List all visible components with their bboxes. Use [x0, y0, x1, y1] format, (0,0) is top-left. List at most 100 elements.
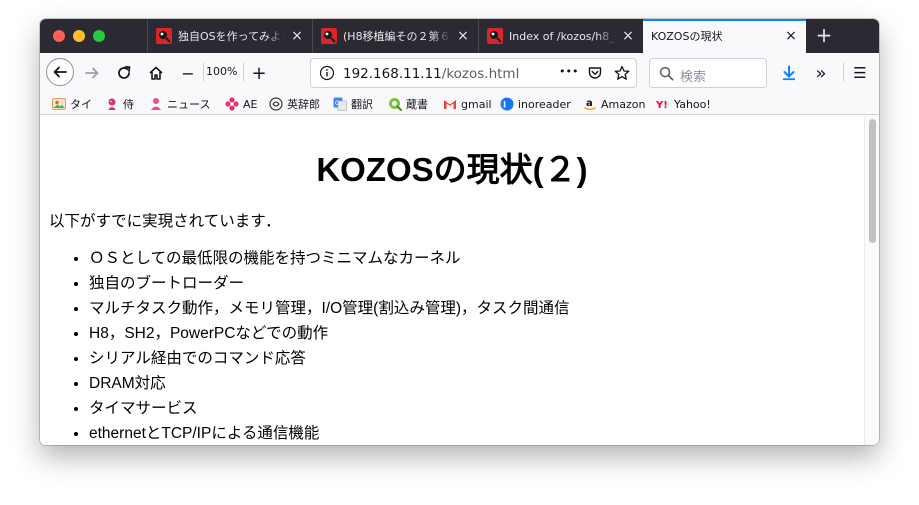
bookmark-item[interactable]: a Amazon [583, 95, 645, 113]
bookmark-label: gmail [461, 97, 492, 111]
list-item: 独自のブートローダー [89, 271, 570, 296]
list-item: ＯＳとしての最低限の機能を持つミニマムなカーネル [89, 246, 570, 271]
vertical-scrollbar[interactable] [864, 115, 879, 445]
pocket-icon[interactable] [587, 65, 603, 81]
gmail-icon [443, 97, 457, 111]
tab-1[interactable]: (H8移植編その２第６回) × [312, 19, 478, 53]
window-close-button[interactable] [53, 30, 65, 42]
bookmark-item[interactable]: AE [225, 95, 257, 113]
bookmark-label: 英辞郎 [287, 98, 320, 111]
list-item: マルチタスク動作，メモリ管理，I/O管理(割込み管理)，タスク間通信 [89, 296, 570, 321]
bookmark-label: Amazon [601, 97, 646, 111]
back-button[interactable] [46, 58, 74, 86]
translate-icon: G [333, 97, 347, 111]
amazon-icon: a [583, 97, 597, 111]
kozos-favicon-icon [156, 28, 172, 44]
bookmark-item[interactable]: G 翻訳 [333, 95, 373, 113]
navigation-toolbar: − 100% + 192.168.11.11/kozos.html ••• 検索… [40, 53, 879, 93]
bookmark-label: Yahoo! [674, 97, 711, 111]
overflow-menu-button[interactable]: » [809, 61, 833, 85]
home-icon [149, 66, 163, 80]
search-placeholder: 検索 [680, 70, 707, 85]
tab-close-icon[interactable]: × [621, 28, 635, 44]
tab-2[interactable]: Index of /kozos/h8_2 × [478, 19, 643, 53]
flower-icon [225, 97, 239, 111]
bookmark-item[interactable]: 侍 [105, 95, 134, 113]
window-minimize-button[interactable] [73, 30, 85, 42]
library-icon [388, 97, 402, 111]
feature-list: ＯＳとしての最低限の機能を持つミニマムなカーネル 独自のブートローダー マルチタ… [74, 246, 570, 445]
intro-paragraph: 以下がすでに実現されています． [49, 213, 281, 230]
tab-title: 独自OSを作ってみよう [178, 30, 286, 43]
toolbar-separator [203, 63, 204, 81]
bookmark-item[interactable]: 英辞郎 [269, 95, 320, 113]
url-host: 192.168.11.11 [343, 66, 442, 82]
svg-text:a: a [586, 98, 593, 109]
site-info-icon[interactable] [319, 65, 335, 81]
bookmark-item[interactable]: gmail [443, 95, 492, 113]
list-item: ethernetとTCP/IPによる通信機能 [89, 421, 570, 445]
bookmark-item[interactable]: inoreader [500, 95, 571, 113]
home-button[interactable] [144, 61, 168, 85]
tab-title: KOZOSの現状 [651, 30, 723, 43]
news-icon [149, 97, 163, 111]
list-item: H8，SH2，PowerPCなどでの動作 [89, 321, 570, 346]
list-item: DRAM対応 [89, 371, 570, 396]
scrollbar-thumb[interactable] [869, 119, 876, 243]
window-zoom-button[interactable] [93, 30, 105, 42]
bookmark-item[interactable]: Y! Yahoo! [656, 95, 711, 113]
url-bar[interactable]: 192.168.11.11/kozos.html ••• [310, 58, 637, 88]
tab-close-icon[interactable]: × [784, 28, 798, 44]
yahoo-icon: Y! [656, 97, 670, 111]
tab-close-icon[interactable]: × [290, 28, 304, 44]
tab-0[interactable]: 独自OSを作ってみよう × [147, 19, 312, 53]
toolbar-separator [843, 63, 844, 81]
bookmark-label: 蔵書 [406, 98, 428, 111]
search-box[interactable]: 検索 [649, 58, 767, 88]
tab-title: (H8移植編その２第６回) [343, 30, 452, 43]
reload-icon [118, 66, 131, 79]
bookmark-item[interactable]: 蔵書 [388, 95, 428, 113]
download-icon [783, 65, 795, 81]
tab-strip: 独自OSを作ってみよう × (H8移植編その２第６回) × Index of /… [40, 19, 879, 53]
bookmark-item[interactable]: ニュース [149, 95, 210, 113]
forward-button[interactable] [80, 61, 104, 85]
inoreader-icon [500, 97, 514, 111]
hamburger-menu-button[interactable]: ☰ [848, 61, 872, 85]
svg-text:Y!: Y! [656, 100, 668, 111]
list-item: タイマサービス [89, 396, 570, 421]
tab-title: Index of /kozos/h8_2 [509, 29, 617, 43]
tab-close-icon[interactable]: × [456, 28, 470, 44]
toolbar-separator [243, 63, 244, 81]
url-path: /kozos.html [441, 66, 520, 82]
bookmarks-toolbar: タイ 侍 ニュース AE 英辞郎 G 翻訳 蔵書 gmail inoreader… [40, 93, 879, 115]
svg-text:G: G [335, 100, 340, 107]
page-content: KOZOSの現状(２) 以下がすでに実現されています． ＯＳとしての最低限の機能… [40, 115, 864, 445]
image-icon [52, 97, 66, 111]
url-text[interactable]: 192.168.11.11/kozos.html [343, 66, 519, 82]
reload-button[interactable] [112, 61, 136, 85]
bookmark-label: 侍 [123, 98, 134, 111]
bookmark-label: inoreader [518, 97, 571, 111]
bookmark-item[interactable]: タイ [52, 95, 92, 113]
zoom-in-button[interactable]: + [247, 61, 271, 85]
bookmark-label: AE [243, 97, 258, 111]
bookmark-label: 翻訳 [351, 98, 373, 111]
bookmark-label: ニュース [167, 98, 211, 111]
tab-3-active[interactable]: KOZOSの現状 × [643, 19, 806, 53]
search-icon [659, 66, 674, 81]
zoom-level-button[interactable]: 100% [206, 65, 237, 78]
page-actions-button[interactable]: ••• [559, 65, 578, 78]
page-title: KOZOSの現状(２) [316, 151, 588, 188]
forward-arrow-icon [85, 67, 99, 79]
back-arrow-icon [53, 66, 67, 78]
browser-window: 独自OSを作ってみよう × (H8移植編その２第６回) × Index of /… [40, 19, 879, 445]
list-item: シリアル経由でのコマンド応答 [89, 346, 570, 371]
new-tab-button[interactable]: + [812, 23, 836, 47]
bookmark-star-icon[interactable] [614, 65, 630, 81]
bookmark-label: タイ [70, 98, 92, 111]
kozos-favicon-icon [487, 28, 503, 44]
zoom-out-button[interactable]: − [176, 61, 200, 85]
downloads-button[interactable] [777, 61, 801, 85]
eijiro-icon [269, 97, 283, 111]
